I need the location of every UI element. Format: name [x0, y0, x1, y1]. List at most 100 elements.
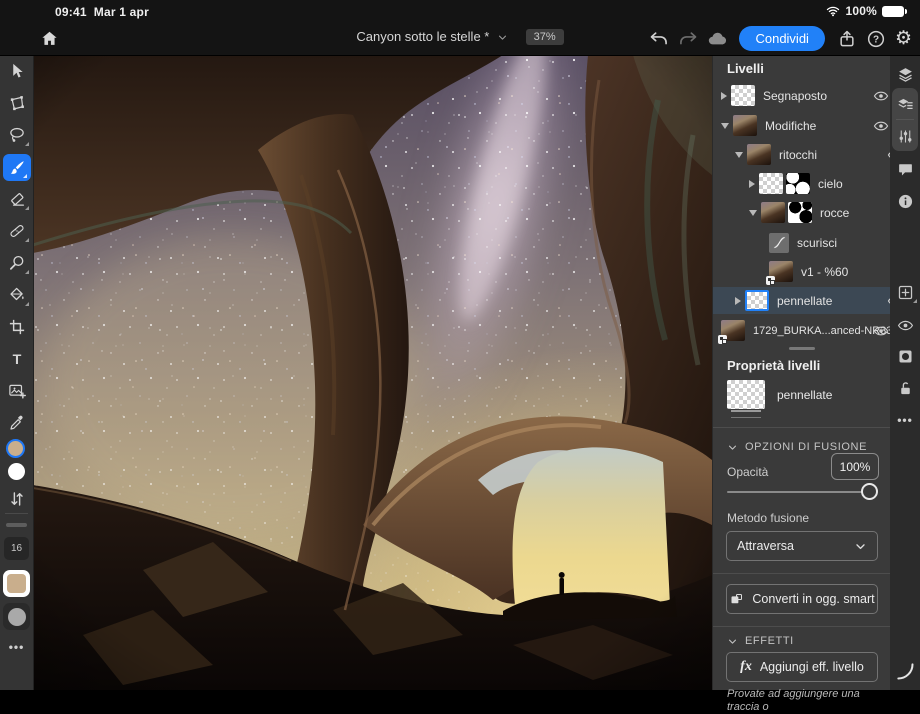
- wifi-icon: [825, 4, 841, 18]
- blend-options-label: OPZIONI DI FUSIONE: [745, 441, 867, 453]
- settings-gear-icon[interactable]: ⚙: [895, 29, 912, 49]
- layer-mask-thumbnail[interactable]: [786, 173, 810, 194]
- opacity-slider-handle[interactable]: [861, 483, 878, 500]
- lock-layer-button[interactable]: [890, 375, 920, 401]
- add-layer-effect-button[interactable]: fx Aggiungi eff. livello: [726, 652, 878, 682]
- disclosure-right-icon[interactable]: [721, 92, 727, 100]
- undo-icon[interactable]: [649, 29, 669, 49]
- layer-visibility-button[interactable]: [890, 312, 920, 338]
- layer-thumbnail[interactable]: [761, 202, 785, 223]
- brush-tool[interactable]: [3, 154, 31, 181]
- task-rail: •••: [890, 55, 920, 690]
- foreground-color-swatch[interactable]: [6, 439, 25, 458]
- cloud-sync-icon[interactable]: [707, 29, 727, 49]
- disclosure-right-icon[interactable]: [735, 297, 741, 305]
- brush-color-chip[interactable]: [3, 570, 30, 597]
- crop-tool[interactable]: [0, 313, 33, 341]
- redo-icon[interactable]: [678, 29, 698, 49]
- disclosure-down-icon[interactable]: [721, 123, 729, 129]
- rail-divider: [896, 119, 914, 120]
- move-tool[interactable]: [0, 57, 33, 85]
- document-title[interactable]: Canyon sotto le stelle *: [356, 29, 489, 44]
- fill-tool[interactable]: [0, 281, 33, 309]
- layer-mask-button[interactable]: [890, 343, 920, 369]
- info-button[interactable]: [890, 188, 920, 214]
- layer-thumbnail[interactable]: [759, 173, 783, 194]
- visibility-eye-icon[interactable]: [873, 88, 889, 104]
- disclosure-right-icon[interactable]: [749, 180, 755, 188]
- panel-splitter-handle[interactable]: [789, 347, 815, 350]
- chevron-down-icon: [854, 540, 867, 553]
- convert-smart-object-button[interactable]: Converti in ogg. smart: [726, 584, 878, 614]
- disclosure-down-icon[interactable]: [735, 152, 743, 158]
- document-canvas[interactable]: [33, 55, 712, 690]
- lasso-select-tool[interactable]: [0, 121, 33, 149]
- type-tool[interactable]: [0, 345, 33, 373]
- eyedropper-tool[interactable]: [0, 409, 33, 437]
- effects-label: EFFETTI: [745, 635, 794, 647]
- layer-row-background[interactable]: 1729_BURKA...anced-NR33: [713, 317, 899, 344]
- more-layer-options-button[interactable]: •••: [890, 407, 920, 433]
- smart-object-badge-icon: [718, 335, 727, 344]
- layer-thumbnail[interactable]: [731, 85, 755, 106]
- brush-size-value: 16: [11, 543, 22, 554]
- visibility-eye-icon[interactable]: [873, 118, 889, 134]
- brush-opacity-chip[interactable]: [3, 603, 30, 630]
- blend-mode-value: Attraversa: [737, 539, 794, 553]
- brush-size-field[interactable]: 16: [4, 537, 29, 560]
- layer-thumbnail[interactable]: [747, 144, 771, 165]
- share-button[interactable]: Condividi: [739, 26, 824, 51]
- layer-row-segnaposto[interactable]: Segnaposto: [713, 82, 899, 109]
- battery-icon: [882, 6, 904, 17]
- layer-thumbnail[interactable]: [733, 115, 757, 136]
- layers-view-button[interactable]: [890, 61, 920, 87]
- layers-detail-button[interactable]: [890, 91, 920, 117]
- export-icon[interactable]: [837, 29, 857, 49]
- smart-object-icon: [729, 592, 744, 607]
- layer-row-scurisci[interactable]: scurisci: [713, 229, 920, 256]
- add-layer-button[interactable]: [890, 279, 920, 305]
- layer-row-ritocchi[interactable]: ritocchi: [713, 141, 913, 168]
- blend-options-section-header[interactable]: OPZIONI DI FUSIONE: [727, 441, 867, 453]
- visibility-eye-icon[interactable]: [873, 323, 889, 339]
- clone-stamp-tool[interactable]: [0, 249, 33, 277]
- hide-interface-handle[interactable]: [890, 658, 920, 684]
- status-date: Mar 1 apr: [94, 5, 149, 19]
- eraser-tool[interactable]: [0, 185, 33, 213]
- background-color-swatch[interactable]: [8, 463, 25, 480]
- brush-color-swatch: [7, 574, 26, 593]
- tool-options-drag-handle[interactable]: [6, 523, 27, 527]
- layer-row-cielo[interactable]: cielo: [713, 170, 920, 197]
- fx-icon: fx: [740, 659, 752, 675]
- chevron-down-icon: [727, 636, 738, 647]
- canyon-photo: [33, 55, 712, 690]
- help-icon[interactable]: [866, 29, 886, 49]
- opacity-value: 100%: [840, 460, 871, 474]
- place-photo-tool[interactable]: [0, 377, 33, 405]
- status-indicators: 100%: [825, 4, 905, 18]
- panel-divider: [713, 427, 891, 428]
- opacity-value-field[interactable]: 100%: [831, 453, 879, 480]
- layer-mask-thumbnail[interactable]: [788, 202, 812, 223]
- layer-row-modifiche[interactable]: Modifiche: [713, 112, 899, 139]
- layer-row-rocce[interactable]: rocce: [713, 199, 920, 226]
- disclosure-down-icon[interactable]: [749, 210, 757, 216]
- comments-button[interactable]: [890, 156, 920, 182]
- healing-tool[interactable]: [0, 217, 33, 245]
- effects-hint-text: Provate ad aggiungere una traccia o: [727, 688, 881, 714]
- swap-colors-button[interactable]: [0, 485, 33, 513]
- more-tool-options-button[interactable]: •••: [0, 633, 33, 661]
- layers-panel-title: Livelli: [727, 61, 764, 76]
- zoom-level-badge[interactable]: 37%: [526, 29, 564, 45]
- layer-thumbnail[interactable]: [745, 290, 769, 311]
- adjustment-curves-thumbnail[interactable]: [769, 233, 789, 253]
- transform-tool[interactable]: [0, 89, 33, 117]
- selected-layer-thumbnail: [727, 380, 765, 409]
- opacity-slider-track[interactable]: [727, 491, 877, 493]
- battery-percent: 100%: [846, 4, 878, 18]
- layer-row-v1[interactable]: v1 - %60: [713, 258, 920, 285]
- layer-row-pennellate-selected[interactable]: pennellate: [713, 287, 913, 314]
- effects-section-header[interactable]: EFFETTI: [727, 635, 794, 647]
- adjustments-button[interactable]: [890, 123, 920, 149]
- blend-mode-dropdown[interactable]: Attraversa: [726, 531, 878, 561]
